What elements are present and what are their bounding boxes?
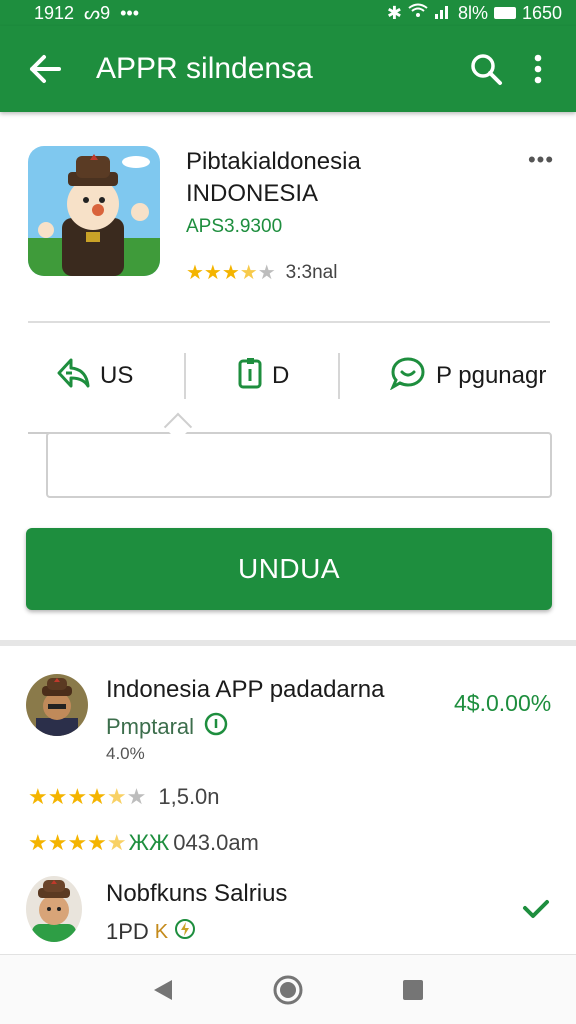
- info-icon: [204, 712, 228, 742]
- battery-percent: 8l%: [457, 2, 488, 23]
- status-clock: 1650: [521, 2, 562, 23]
- check-icon[interactable]: [522, 898, 550, 925]
- back-triangle-icon[interactable]: [133, 960, 193, 1020]
- app-name: Pibtakialdonesia INDONESIA: [186, 146, 516, 210]
- rating-stars: ★★★★★: [28, 830, 127, 855]
- rating-line: ★★★★★★ 1,5.0n: [28, 784, 220, 810]
- wifi-icon: [408, 3, 428, 24]
- avatar: [26, 876, 82, 942]
- rating-stars: ★★★★★: [186, 262, 276, 284]
- app-bar-title: APPR silndensa: [96, 52, 313, 85]
- battery-icon: [493, 7, 516, 19]
- app-bar: APPR silndensa: [0, 26, 576, 112]
- bluetooth-icon: ✱: [386, 2, 402, 23]
- system-nav-bar: [0, 954, 576, 1024]
- rating-line-text: 1,5.0n: [158, 784, 220, 809]
- list-item-title: Nobfkuns Salrius: [106, 880, 288, 907]
- list-item-detail: 4.0%: [106, 744, 145, 763]
- list-item-title: Indonesia APP padadarna: [106, 676, 385, 703]
- bookmark-icon: [238, 357, 262, 396]
- status-time: 1912: [34, 2, 75, 23]
- rating-stars: ★★★★★★: [28, 784, 147, 809]
- action-chat-label: P pgunagr: [436, 362, 547, 389]
- bolt-icon: [174, 918, 196, 946]
- action-bookmark[interactable]: D: [186, 348, 338, 404]
- app-developer[interactable]: APS3.9300: [186, 216, 282, 238]
- section-separator: [0, 640, 576, 646]
- signal-icon: [434, 3, 452, 24]
- action-row: US D P pgunagr: [28, 348, 552, 404]
- app-name-line2: INDONESIA: [186, 180, 319, 207]
- share-icon: [56, 357, 90, 396]
- status-dots: •••: [120, 2, 140, 23]
- list-item-subtitle-text: 1PD: [106, 919, 149, 944]
- home-circle-icon[interactable]: [258, 960, 318, 1020]
- chat-bubble-icon: [389, 356, 426, 397]
- action-share-label: US: [100, 362, 134, 389]
- app-rating: ★★★★★ 3:3nal: [186, 260, 337, 285]
- avatar: [26, 674, 88, 736]
- more-vert-icon[interactable]: [512, 43, 564, 95]
- divider: [28, 321, 550, 323]
- status-extra: ᔕ9: [84, 2, 111, 23]
- list-item[interactable]: Nobfkuns Salrius 1PD K: [0, 874, 576, 950]
- status-bar: 1912 ᔕ9 ••• ✱ 8l% 1650: [0, 0, 576, 26]
- screen: 1912 ᔕ9 ••• ✱ 8l% 1650 APPR silndensa Pi…: [0, 0, 576, 1024]
- list-item-subtitle: 1PD K: [106, 918, 196, 946]
- rating-line: ★★★★★ ЖЖ 043.0am: [28, 830, 259, 856]
- list-item-price: 4$.0.00%: [454, 690, 552, 716]
- rating-line-prefix: ЖЖ: [128, 830, 170, 855]
- action-share[interactable]: US: [28, 348, 184, 404]
- back-arrow-icon[interactable]: [14, 38, 76, 100]
- list-item-subtitle: Pmptaral: [106, 712, 228, 742]
- list-item-subtitle-text: Pmptaral: [106, 714, 195, 739]
- list-item-badge: K: [154, 920, 169, 943]
- rating-line-text: 043.0am: [173, 830, 259, 855]
- comment-input[interactable]: [46, 432, 552, 498]
- recents-square-icon[interactable]: [383, 960, 443, 1020]
- download-button[interactable]: UNDUA: [26, 528, 552, 610]
- action-bookmark-label: D: [272, 362, 290, 389]
- action-chat[interactable]: P pgunagr: [340, 348, 552, 404]
- search-icon[interactable]: [460, 43, 512, 95]
- list-item[interactable]: Indonesia APP padadarna Pmptaral 4.0% 4$…: [0, 672, 576, 772]
- more-horiz-icon[interactable]: •••: [524, 147, 558, 172]
- app-icon[interactable]: [28, 146, 160, 276]
- app-name-line1: Pibtakialdonesia: [186, 148, 361, 175]
- review-count: 3:3nal: [285, 261, 338, 283]
